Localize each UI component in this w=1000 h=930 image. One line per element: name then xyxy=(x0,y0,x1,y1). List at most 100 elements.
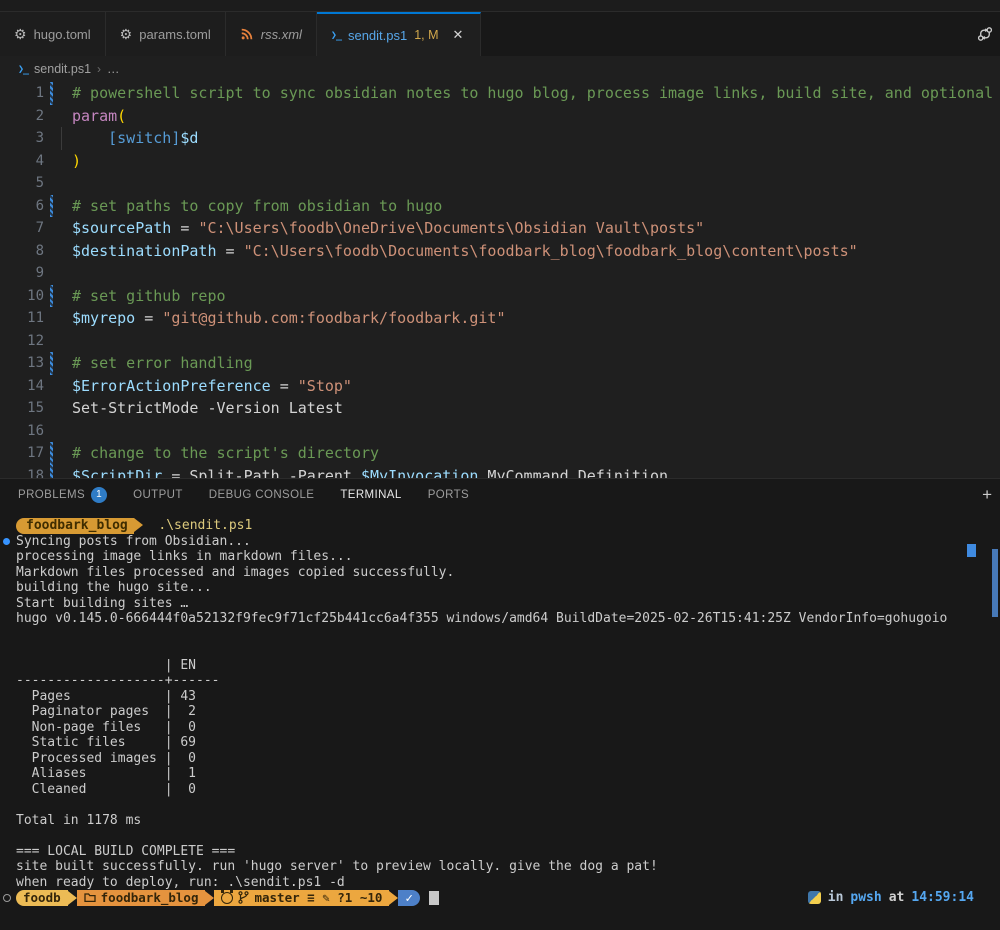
powershell-icon: ❯_ xyxy=(18,64,28,75)
terminal-command-line: foodbark_blog .\sendit.ps1 xyxy=(0,518,1000,534)
editor-line: 17# change to the script's directory xyxy=(0,442,1000,465)
panel-tab-bar: PROBLEMS1 OUTPUT DEBUG CONSOLE TERMINAL PORT… xyxy=(0,478,1000,511)
panel-tab-label: OUTPUT xyxy=(133,489,183,501)
panel-tab-terminal[interactable]: TERMINAL xyxy=(340,479,401,512)
powerline-arrow-icon xyxy=(389,891,398,905)
terminal-output-line: building the hugo site... xyxy=(0,580,1000,596)
command-pending-circle xyxy=(3,894,11,902)
editor-tab-bar: ⚙ hugo.toml ⚙params.toml rss.xml ❯_ sendit.ps… xyxy=(0,12,1000,56)
tab-sendit-ps1[interactable]: ❯_ sendit.ps1 1, M ✕ xyxy=(317,12,482,56)
line-number: 2 xyxy=(0,105,44,128)
python-icon xyxy=(808,891,821,904)
code-text: [switch]$d xyxy=(53,127,198,150)
powershell-icon: ❯_ xyxy=(331,30,341,41)
code-text: param( xyxy=(53,105,126,128)
panel-tab-label: PORTS xyxy=(428,489,469,501)
tab-label: rss.xml xyxy=(261,27,302,42)
prompt-word: 14:59:14 xyxy=(911,890,974,906)
terminal-output-line: Syncing posts from Obsidian... xyxy=(0,534,1000,550)
terminal-output-line: site built successfully. run 'hugo serve… xyxy=(0,859,1000,875)
open-changes-icon[interactable] xyxy=(976,25,994,43)
prompt-word: at xyxy=(889,890,905,906)
editor-line: 2 param( xyxy=(0,105,1000,128)
terminal-output-line: Total in 1178 ms xyxy=(0,813,1000,829)
editor-line: 8 $destinationPath = "C:\Users\foodb\Docu… xyxy=(0,240,1000,263)
terminal-output-line: Non-page files | 0 xyxy=(0,720,1000,736)
code-text: # set paths to copy from obsidian to hug… xyxy=(53,195,442,218)
line-number: 9 xyxy=(0,262,44,285)
prompt-segment-master-1-10: master ≡ ✎ ?1 ~10 xyxy=(214,890,389,906)
terminal-output-line: Static files | 69 xyxy=(0,735,1000,751)
code-text xyxy=(53,330,72,353)
code-text: # powershell script to sync obsidian not… xyxy=(53,82,993,105)
code-text: Set-StrictMode -Version Latest xyxy=(53,397,343,420)
terminal-output-line: === LOCAL BUILD COMPLETE === xyxy=(0,844,1000,860)
tab-modified-badge: 1, M xyxy=(414,28,438,42)
line-number: 10 xyxy=(0,285,44,308)
line-number: 8 xyxy=(0,240,44,263)
editor-line: 13# set error handling xyxy=(0,352,1000,375)
code-text: $myrepo = "git@github.com:foodbark/foodb… xyxy=(53,307,505,330)
prompt-folder-pill: foodbark_blog xyxy=(16,518,134,534)
terminal-output-line: Pages | 43 xyxy=(0,689,1000,705)
terminal-output-line: Aliases | 1 xyxy=(0,766,1000,782)
terminal-output-line xyxy=(0,642,1000,658)
line-number: 5 xyxy=(0,172,44,195)
editor-line: 7$sourcePath = "C:\Users\foodb\OneDrive\… xyxy=(0,217,1000,240)
command-success-dot xyxy=(3,538,10,545)
editor-line: 11 $myrepo = "git@github.com:foodbark/foo… xyxy=(0,307,1000,330)
gear-icon: ⚙ xyxy=(14,27,27,41)
panel-tab-debug-console[interactable]: DEBUG CONSOLE xyxy=(209,479,315,511)
terminal-output-line: Paginator pages | 2 xyxy=(0,704,1000,720)
line-number: 18 xyxy=(0,465,44,479)
git-branch-icon xyxy=(238,891,249,904)
line-number: 1 xyxy=(0,82,44,105)
line-number: 11 xyxy=(0,307,44,330)
tab-rss-xml[interactable]: rss.xml xyxy=(226,12,317,56)
terminal-output-line: | EN xyxy=(0,658,1000,674)
line-number: 17 xyxy=(0,442,44,465)
code-text: $destinationPath = "C:\Users\foodb\Docum… xyxy=(53,240,858,263)
panel-tab-problems[interactable]: PROBLEMS1 xyxy=(18,479,107,511)
github-icon xyxy=(221,892,233,904)
terminal-output-line: Markdown files processed and images copi… xyxy=(0,565,1000,581)
editor-line: 9 xyxy=(0,262,1000,285)
tab-label: hugo.toml xyxy=(34,27,91,42)
tab-params-toml[interactable]: ⚙params.toml xyxy=(106,12,226,56)
panel-tab-ports[interactable]: PORTS xyxy=(428,479,469,511)
terminal-output-line: -------------------+------ xyxy=(0,673,1000,689)
panel-tab-label: DEBUG CONSOLE xyxy=(209,489,315,501)
line-number: 6 xyxy=(0,195,44,218)
panel-tab-label: PROBLEMS xyxy=(18,489,85,501)
terminal-output-line: when ready to deploy, run: .\sendit.ps1 … xyxy=(0,875,1000,891)
terminal-output-line: Processed images | 0 xyxy=(0,751,1000,767)
terminal[interactable]: foodbark_blog .\sendit.ps1Syncing posts … xyxy=(0,511,1000,930)
breadcrumb-file[interactable]: sendit.ps1 xyxy=(34,62,91,76)
line-number: 13 xyxy=(0,352,44,375)
editor-line: 12 xyxy=(0,330,1000,353)
editor-line: 14$ErrorActionPreference = "Stop" xyxy=(0,375,1000,398)
breadcrumb[interactable]: ❯_ sendit.ps1 › … xyxy=(0,56,1000,82)
line-number: 7 xyxy=(0,217,44,240)
title-bar-remnant xyxy=(0,0,1000,12)
line-number: 12 xyxy=(0,330,44,353)
new-terminal-button[interactable]: + xyxy=(982,479,992,511)
terminal-output-line: Start building sites … xyxy=(0,596,1000,612)
prompt-word: pwsh xyxy=(850,890,881,906)
tab-hugo-toml[interactable]: ⚙ hugo.toml xyxy=(0,12,106,56)
code-editor[interactable]: 1 # powershell script to sync obsidian no… xyxy=(0,82,1000,478)
panel-tab-output[interactable]: OUTPUT xyxy=(133,479,183,511)
terminal-output-line xyxy=(0,797,1000,813)
breadcrumb-symbol-picker[interactable]: … xyxy=(107,62,120,76)
editor-line: 10 # set github repo xyxy=(0,285,1000,308)
code-text: # set github repo xyxy=(53,285,226,308)
editor-line: 4) xyxy=(0,150,1000,173)
powerline-arrow-icon xyxy=(134,518,143,532)
editor-line: 15Set-StrictMode -Version Latest xyxy=(0,397,1000,420)
close-icon[interactable]: ✕ xyxy=(450,26,467,44)
line-number: 14 xyxy=(0,375,44,398)
line-number: 16 xyxy=(0,420,44,443)
prompt-word: in xyxy=(828,890,844,906)
tab-label: sendit.ps1 xyxy=(348,28,407,43)
terminal-output-line xyxy=(0,828,1000,844)
